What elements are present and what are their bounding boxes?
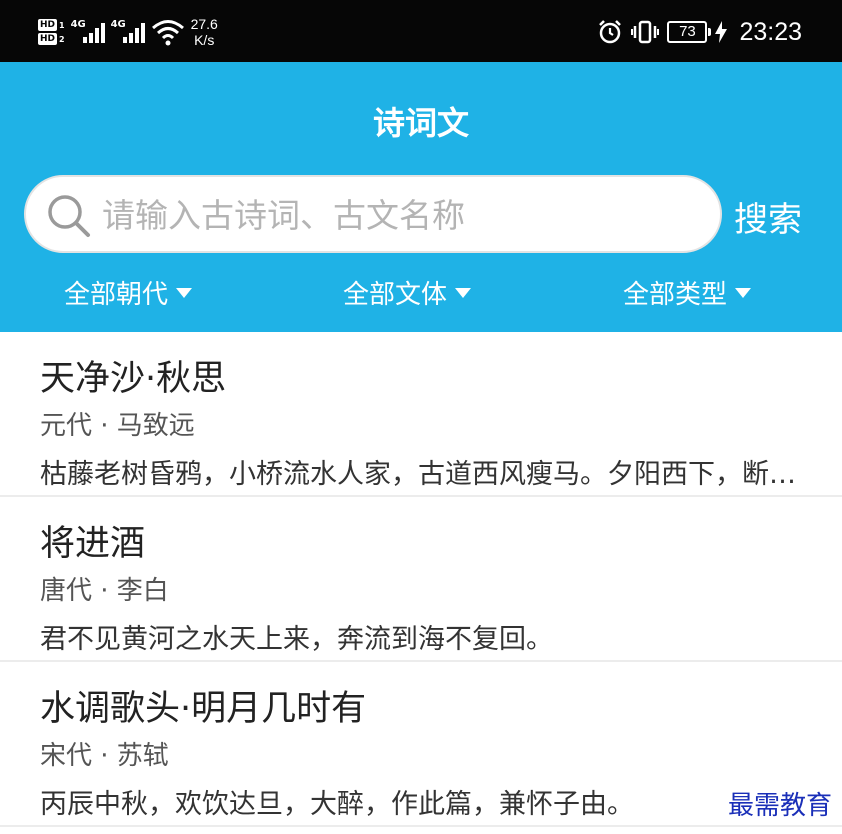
poem-list-item[interactable]: 天净沙·秋思 元代 · 马致远 枯藤老树昏鸦，小桥流水人家，古道西风瘦马。夕阳西… (0, 332, 842, 497)
filter-bar: 全部朝代 全部文体 全部类型 (0, 274, 842, 314)
signal-icon: 4G (71, 17, 105, 47)
sim1-hd-label: HD (38, 19, 58, 31)
caret-down-icon (455, 287, 472, 298)
sim1-number: 1 (59, 20, 65, 30)
poem-author: 唐代 · 李白 (40, 576, 169, 606)
page-title: 诗词文 (372, 104, 469, 142)
speed-unit: K/s (194, 32, 215, 48)
poem-title: 水调歌头·明月几时有 (40, 689, 367, 729)
poem-list: 天净沙·秋思 元代 · 马致远 枯藤老树昏鸦，小桥流水人家，古道西风瘦马。夕阳西… (0, 332, 842, 827)
caret-down-icon (735, 287, 752, 298)
sim2-number: 2 (59, 34, 65, 44)
filter-genre-label: 全部文体 (343, 280, 448, 310)
poem-excerpt: 君不见黄河之水天上来，奔流到海不复回。 (40, 624, 553, 655)
status-bar-left: HD 1 HD 2 4G 4G 27.6 K/s (38, 14, 218, 50)
poem-author: 元代 · 马致远 (40, 411, 195, 441)
signal-icon: 4G (111, 17, 145, 47)
vibrate-icon (631, 20, 660, 44)
search-button[interactable]: 搜索 (734, 192, 802, 241)
sim-indicators: HD 1 HD 2 (38, 19, 65, 45)
filter-type-dropdown[interactable]: 全部类型 (623, 274, 752, 311)
watermark: 最需教育 (727, 785, 832, 822)
sim2-indicator: HD 2 (38, 33, 65, 45)
sim1-indicator: HD 1 (38, 19, 65, 31)
network-speed: 27.6 K/s (191, 16, 218, 48)
caret-down-icon (176, 287, 193, 298)
status-bar: HD 1 HD 2 4G 4G 27.6 K/s 73 23:23 (0, 0, 842, 62)
clock: 23:23 (739, 17, 802, 46)
poem-title: 将进酒 (40, 524, 146, 564)
wifi-icon (151, 20, 184, 46)
search-input[interactable] (102, 189, 702, 241)
poem-excerpt: 丙辰中秋，欢饮达旦，大醉，作此篇，兼怀子由。 (40, 789, 634, 820)
network-type-2: 4G (110, 19, 126, 30)
network-type-1: 4G (70, 19, 86, 30)
poem-author: 宋代 · 苏轼 (40, 741, 169, 771)
speed-value: 27.6 (190, 16, 218, 32)
battery-icon: 73 (667, 21, 712, 43)
search-icon (48, 195, 90, 237)
poem-list-item[interactable]: 将进酒 唐代 · 李白 君不见黄河之水天上来，奔流到海不复回。 (0, 497, 842, 662)
filter-genre-dropdown[interactable]: 全部文体 (343, 274, 472, 311)
alarm-icon (599, 20, 622, 44)
poem-excerpt: 枯藤老树昏鸦，小桥流水人家，古道西风瘦马。夕阳西下，断肠人在天涯。 (40, 459, 800, 490)
poem-title: 天净沙·秋思 (40, 359, 227, 399)
filter-type-label: 全部类型 (623, 280, 728, 310)
charging-icon (715, 21, 728, 43)
sim2-hd-label: HD (38, 33, 58, 45)
app-header: 诗词文 搜索 全部朝代 全部文体 全部类型 (0, 62, 842, 332)
search-bar[interactable] (24, 175, 722, 253)
battery-level: 73 (679, 23, 696, 40)
filter-dynasty-label: 全部朝代 (64, 280, 169, 310)
status-bar-right: 73 23:23 (597, 14, 802, 50)
filter-dynasty-dropdown[interactable]: 全部朝代 (64, 274, 193, 311)
poem-list-item[interactable]: 水调歌头·明月几时有 宋代 · 苏轼 丙辰中秋，欢饮达旦，大醉，作此篇，兼怀子由… (0, 662, 842, 827)
